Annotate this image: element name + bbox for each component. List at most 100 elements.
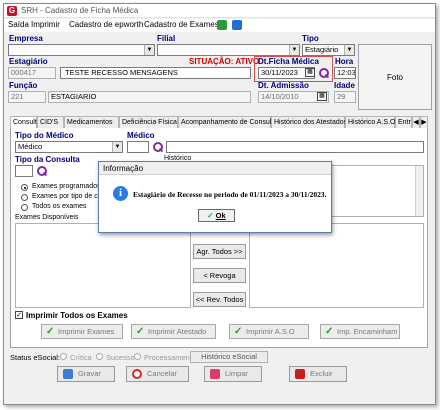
menu-bar: Saída Imprimir Cadastro de epworth Cadas…	[4, 19, 435, 32]
imprimir-atestado-button[interactable]: ✓ Imprimir Atestado	[131, 324, 216, 339]
tab-medicamentos[interactable]: Medicamentos	[64, 116, 119, 128]
estagiario-label: Estagiário	[9, 57, 48, 66]
dt-admissao-label: Dt. Admissão	[258, 81, 309, 90]
dialog-title: Informação	[99, 162, 331, 175]
hora-field[interactable]: 12:03	[334, 67, 356, 79]
idade-label: Idade	[334, 81, 355, 90]
situacao-status: SITUAÇÃO: ATIVO	[189, 57, 260, 66]
tab-cids[interactable]: CID'S	[37, 116, 64, 128]
tab-scroll-left-icon[interactable]: ◀	[412, 116, 420, 128]
revoga-button[interactable]: < Revoga	[193, 268, 246, 283]
tab-historico-aso[interactable]: Histórico A.S.O.	[345, 116, 397, 128]
status-esocial-bar: Status eSocial: Crítica Sucesso Processa…	[10, 351, 430, 363]
radio-label: Processamento	[144, 353, 197, 362]
agr-todos-button[interactable]: Agr. Todos >>	[193, 244, 246, 259]
tab-strip: Consulta CID'S Medicamentos Deficiência …	[10, 116, 428, 129]
main-window: G SRH - Cadastro de Ficha Médica Saída I…	[3, 3, 436, 405]
chevron-down-icon: ▼	[112, 142, 122, 152]
gravar-button[interactable]: Gravar	[57, 366, 115, 382]
dt-ficha-label: Dt.Ficha Médica	[258, 57, 319, 66]
imprimir-exames-button[interactable]: ✓ Imprimir Exames	[41, 324, 123, 339]
info-dialog: Informação i Estagiário de Recesso no pe…	[98, 161, 332, 233]
app-logo-icon: G	[7, 6, 17, 16]
estagiario-name-field[interactable]: TESTE RECESSO MENSAGENS	[60, 67, 251, 79]
exames-disponiveis-label: Exames Disponíveis	[15, 214, 79, 221]
status-esocial-label: Status eSocial:	[10, 353, 61, 362]
help-icon[interactable]	[217, 20, 227, 30]
photo-box[interactable]: Foto	[358, 44, 432, 110]
search-icon[interactable]	[319, 68, 329, 78]
window-title: SRH - Cadastro de Ficha Médica	[21, 6, 139, 15]
calendar-icon[interactable]: ▦	[305, 68, 315, 77]
cancelar-button[interactable]: Cancelar	[126, 366, 189, 382]
tipo-consulta-field[interactable]	[15, 165, 33, 177]
check-icon: ✓	[234, 326, 243, 337]
radio-label: Exames programados	[32, 183, 101, 190]
excluir-button[interactable]: Excluir	[289, 366, 347, 382]
eraser-icon	[210, 369, 220, 379]
tipo-label: Tipo	[302, 34, 319, 43]
idade-field[interactable]: 29	[334, 91, 356, 103]
chevron-down-icon: ▼	[289, 45, 299, 55]
exames-disponiveis-list[interactable]	[15, 223, 191, 308]
calendar-icon[interactable]: ▦	[317, 92, 327, 101]
medico-code-field[interactable]	[127, 141, 149, 153]
save-icon	[63, 369, 73, 379]
tipo-select[interactable]: Estagiário ▼	[302, 44, 355, 56]
g-icon[interactable]	[232, 20, 242, 30]
dialog-message: Estagiário de Recesso no periodo de 01/1…	[133, 190, 327, 199]
imp-encaminham-button[interactable]: ✓ Imp. Encaminham	[320, 324, 400, 339]
radio-label: Crítica	[70, 353, 92, 362]
limpar-button[interactable]: Limpar	[204, 366, 262, 382]
menu-saida[interactable]: Saída	[8, 20, 29, 29]
imprimir-todos-checkbox[interactable]: ✓	[15, 311, 23, 319]
funcao-label: Função	[9, 81, 38, 90]
chevron-down-icon: ▼	[144, 45, 154, 55]
menu-cadastro-epworth[interactable]: Cadastro de epworth	[69, 20, 143, 29]
check-icon: ✓	[325, 326, 334, 337]
medico-name-field[interactable]	[166, 141, 424, 153]
menu-cadastro-exames[interactable]: Cadastro de Exames	[144, 20, 219, 29]
radio-label: Todos os exames	[32, 203, 87, 210]
tipo-medico-label: Tipo do Médico	[15, 131, 74, 140]
tipo-consulta-label: Tipo da Consulta	[15, 155, 80, 164]
tab-deficiencia-fisica[interactable]: Deficiência Física	[119, 116, 178, 128]
radio-sucesso[interactable]	[96, 353, 103, 360]
radio-exames-programados[interactable]	[21, 184, 28, 191]
title-bar: G SRH - Cadastro de Ficha Médica	[4, 4, 435, 18]
radio-label: Sucesso	[106, 353, 135, 362]
tab-historico-atestados[interactable]: Histórico dos Atestados	[271, 116, 347, 128]
filial-select[interactable]: ▼	[157, 44, 300, 56]
ok-button[interactable]: ✓ Ok	[198, 209, 235, 222]
rev-todos-button[interactable]: << Rev. Todos	[193, 292, 246, 307]
search-icon[interactable]	[153, 142, 163, 152]
exames-selecionados-list[interactable]	[249, 223, 424, 308]
funcao-code-field[interactable]: 221	[8, 91, 46, 103]
medico-label: Médico	[127, 131, 155, 140]
scrollbar[interactable]	[415, 166, 423, 216]
historico-esocial-button[interactable]: Histórico eSocial	[190, 351, 268, 363]
imprimir-aso-button[interactable]: ✓ Imprimir A.S.O	[229, 324, 309, 339]
tab-entr[interactable]: Entr	[395, 116, 412, 128]
estagiario-code-field[interactable]: 000417	[8, 67, 56, 79]
info-icon: i	[113, 186, 128, 201]
radio-exames-tipo[interactable]	[21, 194, 28, 201]
tab-scroll-right-icon[interactable]: ▶	[420, 116, 428, 128]
check-icon: ✓	[46, 326, 55, 337]
funcao-name-field[interactable]: ESTAGIARIO	[48, 91, 251, 103]
radio-todos-exames[interactable]	[21, 204, 28, 211]
search-icon[interactable]	[37, 166, 47, 176]
empresa-select[interactable]: ▼	[8, 44, 155, 56]
cancel-icon	[132, 369, 142, 379]
hora-label: Hora	[335, 57, 354, 66]
tab-acompanhamento[interactable]: Acompanhamento de Consulta	[178, 116, 277, 128]
tipo-medico-select[interactable]: Médico ▼	[15, 141, 123, 153]
check-icon: ✓	[207, 211, 216, 220]
menu-imprimir[interactable]: Imprimir	[31, 20, 60, 29]
radio-critica[interactable]	[60, 353, 67, 360]
filial-label: Filial	[157, 34, 176, 43]
empresa-label: Empresa	[9, 34, 43, 43]
radio-processamento[interactable]	[134, 353, 141, 360]
imprimir-todos-label: Imprimir Todos os Exames	[26, 311, 128, 320]
chevron-down-icon: ▼	[344, 45, 354, 55]
